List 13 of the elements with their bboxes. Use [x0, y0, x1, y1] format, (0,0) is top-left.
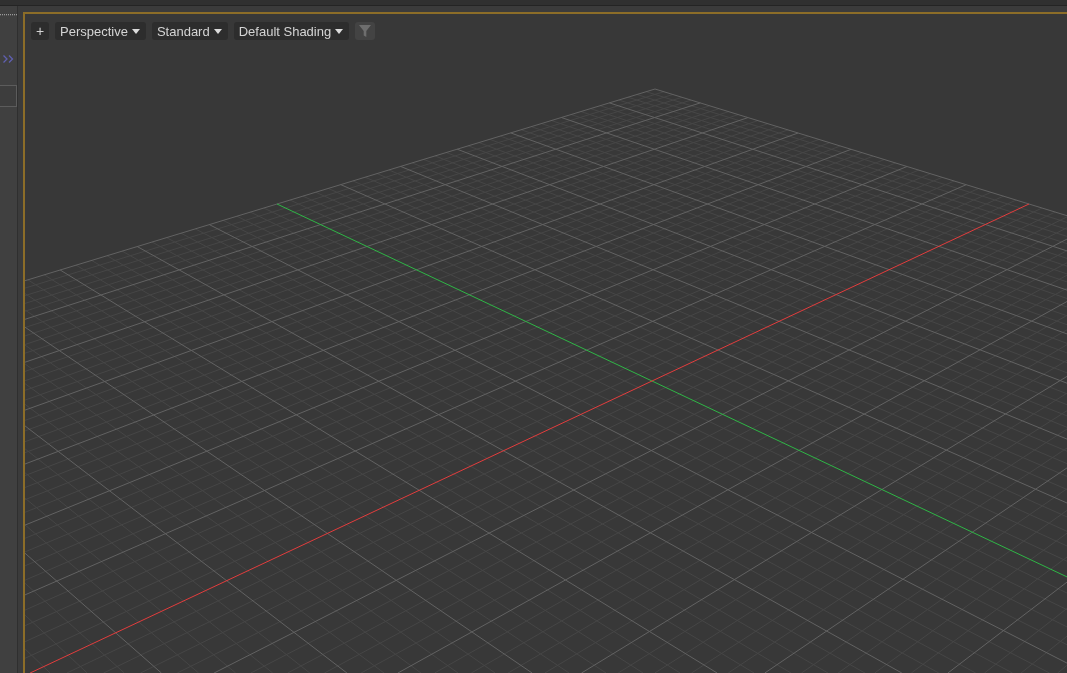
add-menu-button[interactable]: +	[31, 22, 49, 40]
double-chevron-icon[interactable]	[3, 55, 14, 63]
caret-icon	[335, 28, 344, 34]
caret-icon	[131, 28, 140, 34]
caret-icon	[213, 28, 222, 34]
viewport[interactable]: + Perspective Standard Default Shading	[23, 12, 1067, 673]
funnel-icon	[359, 25, 372, 37]
viewport-dropdown[interactable]: Perspective	[55, 22, 146, 40]
viewport-dropdown[interactable]: Standard	[151, 22, 228, 40]
filter-button[interactable]	[355, 22, 376, 40]
input-field[interactable]	[0, 85, 17, 107]
drag-handle-icon[interactable]	[0, 14, 17, 16]
viewport-dropdown[interactable]: Default Shading	[233, 22, 350, 40]
